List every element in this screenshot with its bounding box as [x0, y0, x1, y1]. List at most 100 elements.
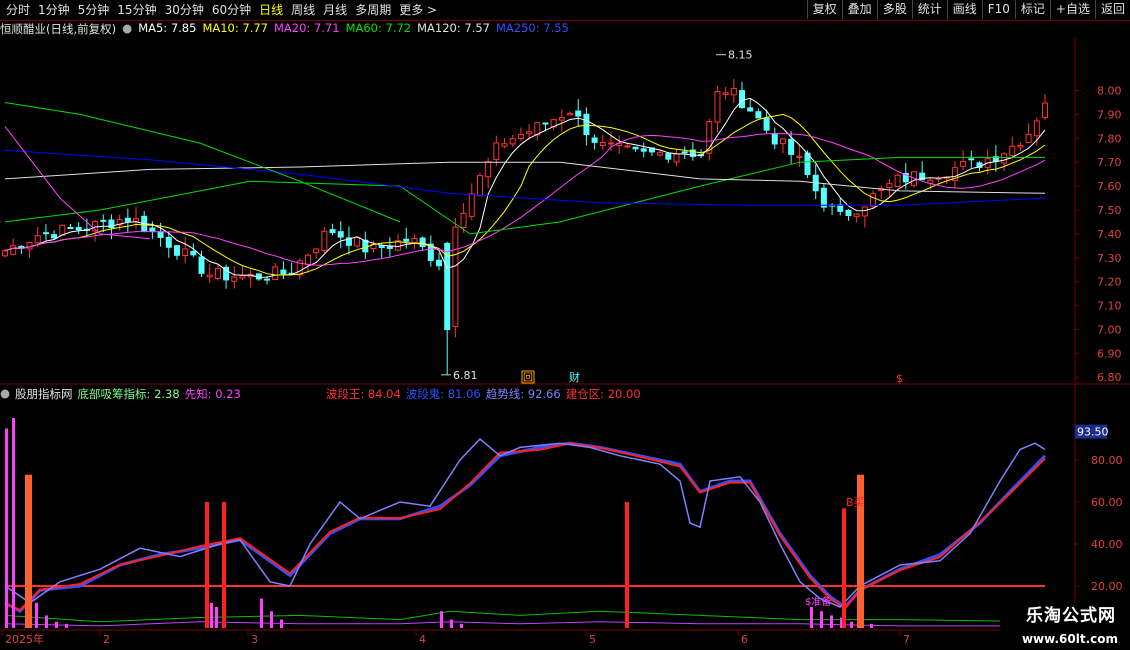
candle-body: [763, 117, 770, 131]
signal-bar: [625, 502, 629, 628]
indicator-prophet-value: 先知: 0.23: [184, 387, 241, 401]
candle-body: [1025, 133, 1032, 143]
indicator-tick-label: 60.00: [1091, 496, 1123, 509]
candle-body: [542, 122, 549, 125]
candle-body: [231, 276, 238, 282]
candle-body: [747, 107, 754, 112]
indicator-wave-ghost-value: 波段鬼: 81.06: [405, 387, 481, 401]
ma60-early-line: [4, 102, 401, 223]
histogram-bar: [260, 598, 263, 628]
candle-body: [280, 269, 287, 275]
candle-body: [173, 245, 180, 256]
candle-body: [567, 112, 574, 116]
price-tick-label: 6.80: [1097, 371, 1122, 384]
candle-body: [730, 87, 737, 96]
date-label: 4: [419, 633, 426, 646]
candle-body: [501, 143, 508, 147]
date-label: 3: [251, 633, 258, 646]
price-tick-label: 7.80: [1097, 132, 1122, 145]
candle-body: [968, 158, 975, 161]
histogram-bar: [65, 623, 68, 628]
candle-body: [1009, 145, 1016, 156]
candle-body: [239, 275, 246, 279]
candle-body: [845, 209, 852, 216]
candle-body: [599, 141, 606, 146]
candle-body: [1042, 102, 1048, 118]
candle-body: [886, 183, 893, 188]
price-tick-label: 7.20: [1097, 276, 1122, 289]
price-tick-label: 7.50: [1097, 204, 1122, 217]
histogram-bar: [12, 418, 15, 628]
histogram-bar: [210, 602, 213, 628]
candle-body: [10, 245, 17, 255]
candle-body: [665, 153, 672, 160]
histogram-bar: [460, 623, 463, 628]
candle-body: [837, 204, 844, 212]
price-tick-label: 7.70: [1097, 156, 1122, 169]
price-tick-label: 7.60: [1097, 180, 1122, 193]
candle-body: [411, 237, 418, 243]
histogram-bar: [810, 607, 813, 628]
wave-king-line: [4, 442, 1046, 612]
candle-body: [337, 231, 344, 238]
candle-body: [1001, 153, 1008, 164]
histogram-bar: [270, 611, 273, 628]
candle-body: [1017, 144, 1024, 148]
buy-annotation: B买: [846, 496, 865, 509]
hui-marker: 回: [523, 372, 533, 384]
date-label: 2: [103, 633, 110, 646]
indicator-title[interactable]: 股朋指标网: [15, 386, 73, 402]
histogram-bar: [5, 428, 8, 628]
price-tick-label: 7.10: [1097, 300, 1122, 313]
candle-body: [820, 187, 827, 208]
candle-body: [673, 153, 680, 163]
candle-body: [67, 227, 74, 230]
stock-chart[interactable]: 8.00 7.90 7.80 7.70 7.60 7.50 7.40 7.30 7.20 7.10…: [0, 0, 1130, 650]
signal-bar: [842, 508, 846, 628]
candle-body: [452, 226, 459, 327]
candle-body: [468, 193, 475, 217]
date-label: 7: [903, 633, 910, 646]
candle-body: [1033, 120, 1040, 137]
candle-body: [354, 237, 361, 247]
candle-body: [779, 138, 786, 145]
candle-body: [264, 278, 271, 281]
indicator-bottom-value: 底部吸筹指标: 2.38: [77, 387, 180, 401]
candle-body: [485, 161, 492, 178]
indicator-tick-label: 40.00: [1091, 538, 1123, 551]
candle-body: [124, 217, 131, 222]
candle-body: [157, 231, 164, 238]
candle-body: [75, 227, 82, 231]
candle-body: [198, 256, 205, 274]
candle-body: [960, 161, 967, 167]
candle-body: [321, 230, 328, 252]
bottom-magenta-line: [4, 621, 1045, 627]
candle-body: [657, 151, 664, 156]
candle-body: [640, 148, 647, 152]
candle-body: [42, 232, 49, 235]
candle-body: [894, 174, 901, 188]
candle-body: [386, 246, 393, 249]
price-tick-label: 7.90: [1097, 108, 1122, 121]
candle-body: [861, 206, 868, 217]
candle-body: [214, 267, 221, 279]
candle-body: [476, 175, 483, 197]
indicator-trend-value: 趋势线: 92.66: [485, 387, 561, 401]
candle-body: [59, 224, 66, 236]
candle-body: [206, 274, 213, 278]
indicator-tick-label: 80.00: [1091, 454, 1123, 467]
trend-line: [4, 437, 1046, 608]
candle-body: [2, 250, 8, 257]
date-label: 6: [741, 633, 748, 646]
candle-body: [272, 266, 279, 281]
dollar-marker: $: [896, 372, 903, 385]
candle-body: [681, 151, 688, 154]
chevron-down-icon[interactable]: ●: [0, 386, 10, 402]
histogram-bar: [440, 611, 443, 628]
indicator-build-zone-value: 建仓区: 20.00: [565, 387, 641, 401]
candle-body: [100, 219, 107, 222]
bottom-green-line: [4, 610, 1046, 623]
signal-bar: [222, 502, 226, 628]
date-label: 5: [589, 633, 596, 646]
histogram-bar: [215, 607, 218, 628]
